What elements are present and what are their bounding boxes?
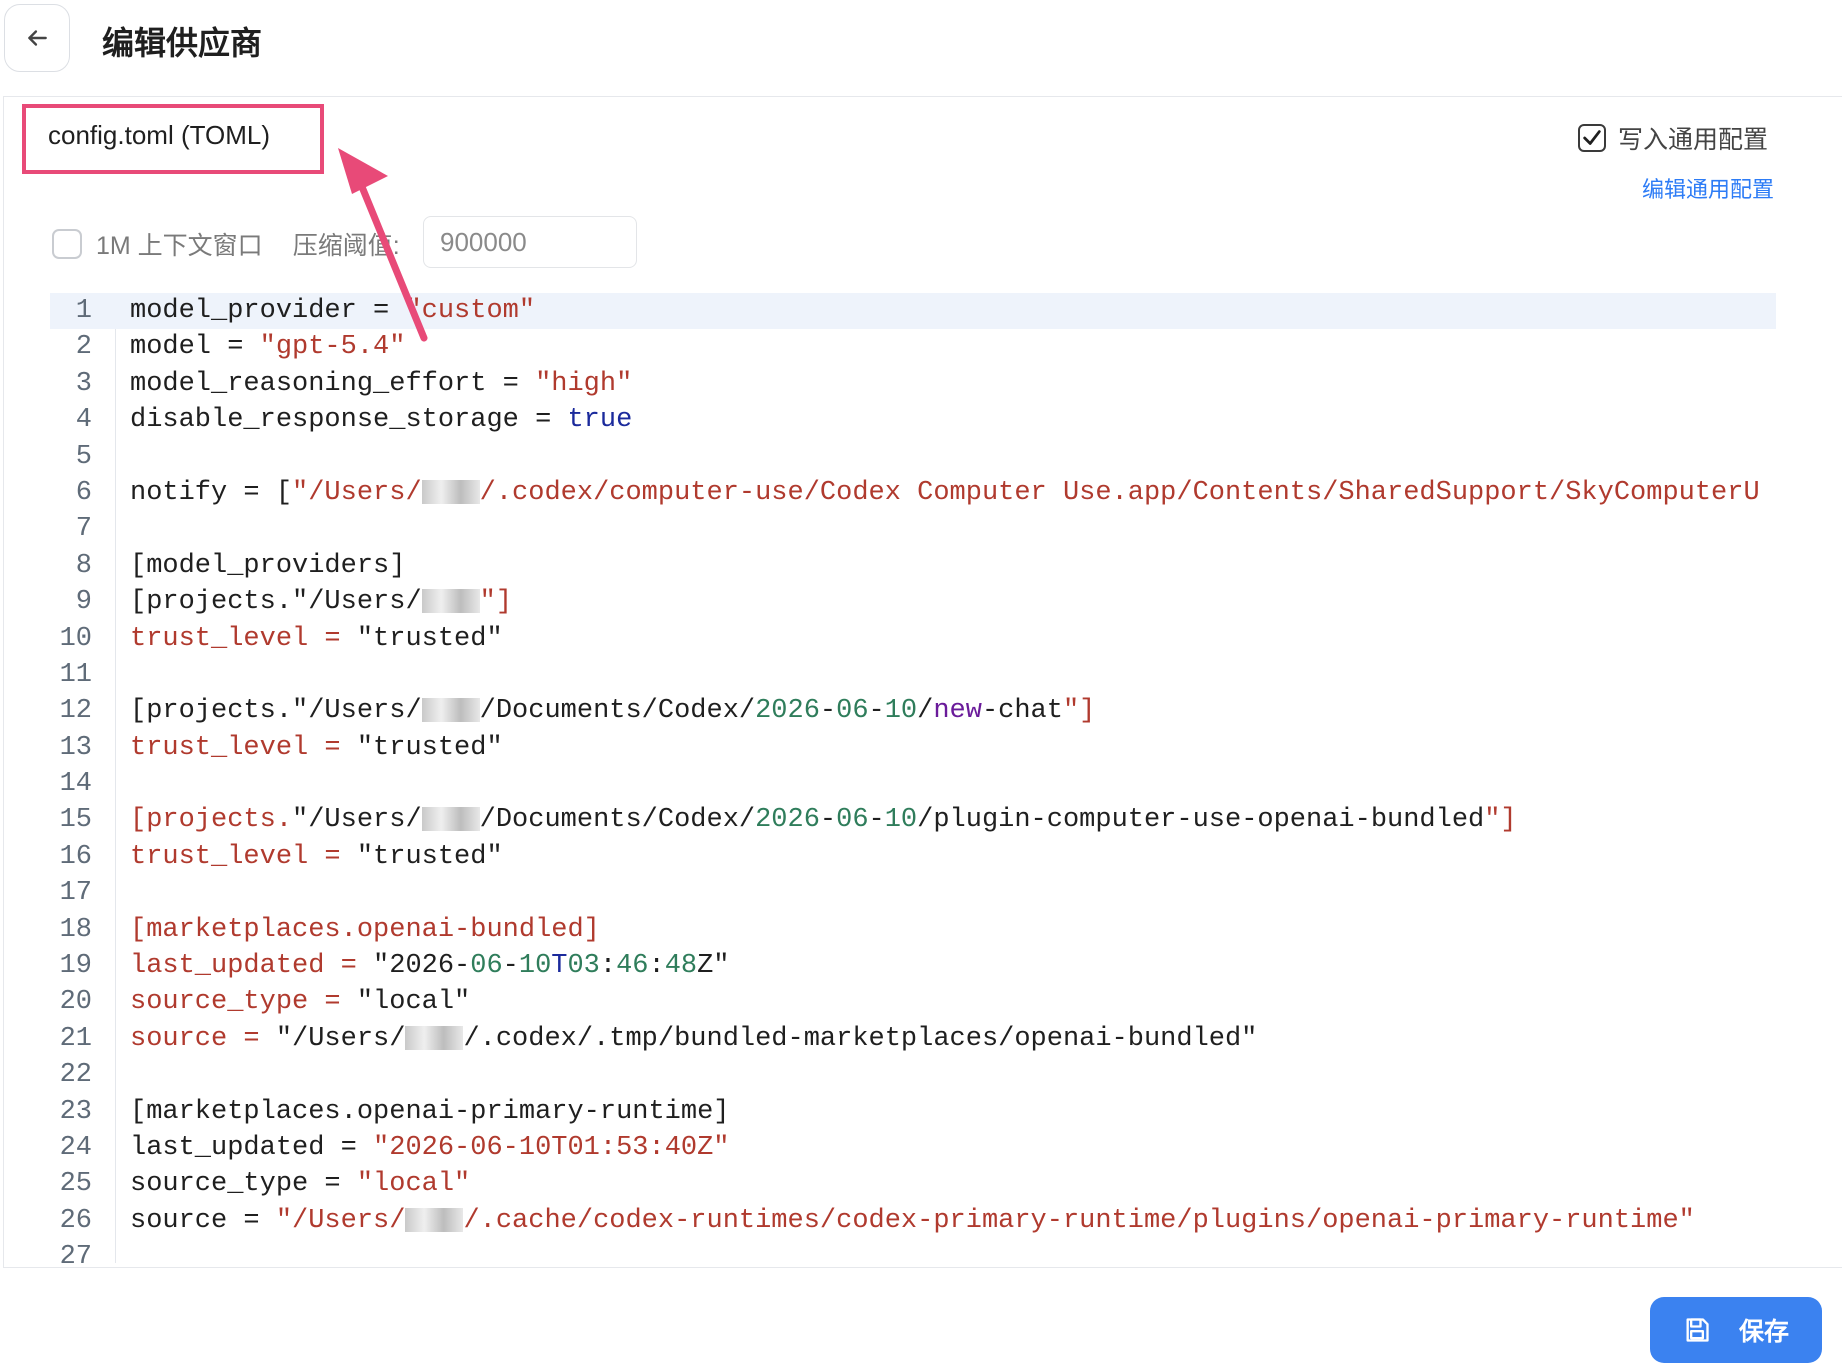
line-number: 26 [59, 1205, 92, 1236]
save-icon [1686, 1318, 1709, 1342]
code-line: 19 last_updated = "2026-06-10T03:46:48Z" [50, 948, 1776, 984]
line-number: 20 [59, 987, 92, 1018]
redacted-username [421, 698, 480, 723]
line-number: 6 [75, 477, 92, 508]
edit-common-config-link[interactable]: 编辑通用配置 [1642, 172, 1774, 204]
code-line: 3 model_reasoning_effort = "high" [50, 366, 1776, 402]
save-button[interactable]: 保存 [1650, 1297, 1822, 1363]
save-label: 保存 [1738, 1318, 1789, 1346]
line-number: 21 [59, 1023, 92, 1054]
line-number: 5 [75, 441, 92, 472]
redacted-username [405, 1207, 464, 1232]
code-line: 6 notify = ["/Users//.codex/computer-use/… [50, 475, 1776, 511]
redacted-username [405, 1025, 464, 1050]
redacted-username [421, 479, 480, 504]
write-common-toggle[interactable]: 写入通用配置 [1578, 120, 1768, 156]
line-number: 14 [59, 769, 92, 800]
line-number: 15 [59, 805, 92, 836]
code-line: 15 [projects."/Users//Documents/Codex/202… [50, 802, 1776, 838]
code-line: 26 source = "/Users//.cache/codex-runtime… [50, 1203, 1776, 1239]
line-number: 2 [75, 332, 92, 363]
code-line: 21 source = "/Users//.codex/.tmp/bundled-… [50, 1021, 1776, 1057]
code-line: 27 [50, 1239, 1776, 1263]
line-number: 7 [75, 514, 92, 545]
redacted-username [421, 589, 480, 613]
code-line: 20 source_type = "local" [50, 984, 1776, 1020]
line-number: 23 [59, 1096, 92, 1127]
code-line: 1 model_provider = "custom" [50, 293, 1776, 330]
write-common-label: 写入通用配置 [1618, 126, 1769, 154]
page-title: 编辑供应商 [102, 25, 263, 61]
line-number: 8 [75, 550, 92, 581]
line-number: 1 [75, 296, 92, 326]
code-line: 9 [projects."/Users/"] [50, 584, 1776, 620]
code-line: 13 trust_level = "trusted" [50, 730, 1776, 766]
line-number: 19 [59, 951, 92, 982]
code-line: 18 [marketplaces.openai-bundled] [50, 912, 1776, 948]
code-line: 2 model = "gpt-5.4" [50, 329, 1776, 365]
code-line: 10 trust_level = "trusted" [50, 621, 1776, 657]
header: 编辑供应商 [0, 0, 1842, 78]
code-line: 11 [50, 657, 1776, 693]
context-window-label: 1M 上下文窗口 [96, 232, 263, 260]
line-number: 11 [59, 659, 92, 690]
code-editor[interactable]: 1 model_provider = "custom" 2 model = "gpt… [50, 293, 1776, 1263]
code-line: 23 [marketplaces.openai-primary-runtime] [50, 1094, 1776, 1130]
line-number: 27 [59, 1242, 92, 1263]
line-number: 9 [75, 587, 92, 618]
code-line: 16 trust_level = "trusted" [50, 839, 1776, 875]
back-button[interactable] [4, 4, 70, 72]
code-line: 22 [50, 1057, 1776, 1093]
arrow-left-icon [28, 30, 47, 46]
annotation-arrow [338, 148, 428, 342]
context-window-checkbox[interactable] [52, 229, 82, 259]
line-number: 10 [59, 623, 92, 654]
code-line: 4 disable_response_storage = true [50, 402, 1776, 438]
code-line: 5 [50, 439, 1776, 475]
code-line: 7 [50, 511, 1776, 547]
file-label: config.toml (TOML) [48, 120, 271, 150]
line-number: 4 [75, 405, 92, 436]
code-line: 8 [model_providers] [50, 548, 1776, 584]
write-common-checkbox[interactable] [1578, 124, 1606, 152]
line-number: 17 [59, 878, 92, 909]
line-number: 25 [59, 1169, 92, 1200]
line-number: 13 [59, 732, 92, 763]
code-line: 25 source_type = "local" [50, 1166, 1776, 1202]
line-number: 24 [59, 1132, 92, 1163]
check-icon [1583, 130, 1601, 145]
code-line: 12 [projects."/Users//Documents/Codex/202… [50, 693, 1776, 729]
code-line: 24 last_updated = "2026-06-10T01:53:40Z" [50, 1130, 1776, 1166]
redacted-username [421, 807, 480, 832]
line-number: 3 [75, 368, 92, 399]
line-number: 12 [59, 696, 92, 727]
line-number: 22 [59, 1060, 92, 1091]
threshold-input[interactable] [423, 216, 637, 268]
line-number: 18 [59, 914, 92, 945]
code-line: 17 [50, 875, 1776, 911]
code-line: 14 [50, 766, 1776, 802]
line-number: 16 [59, 841, 92, 872]
